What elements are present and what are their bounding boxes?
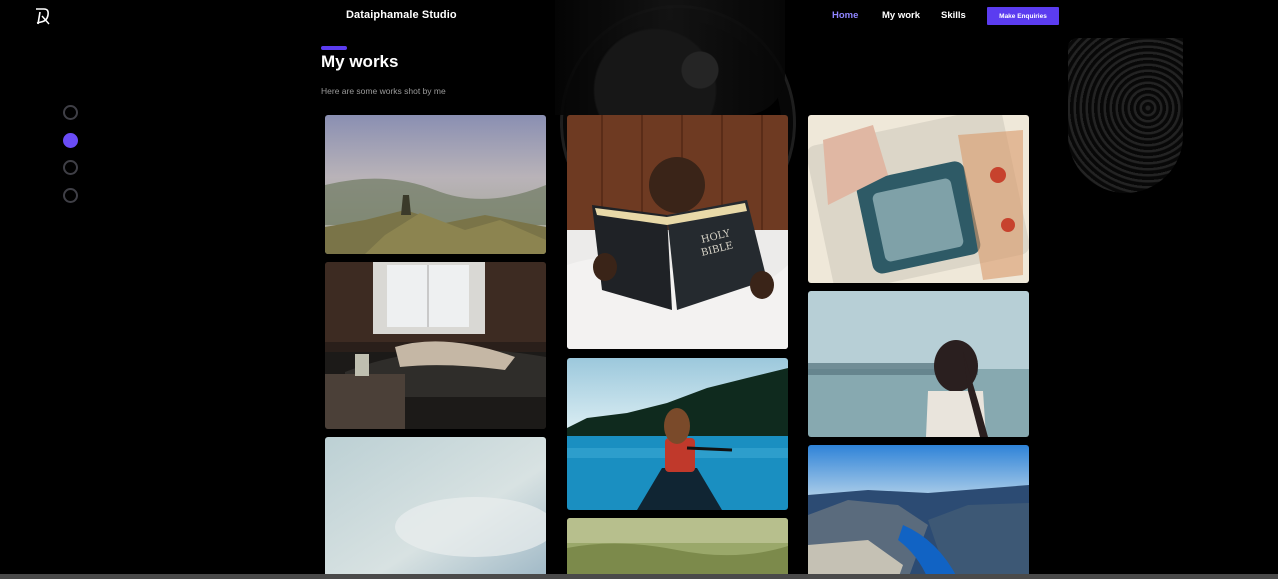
- top-navbar: Dataiphamale Studio Home My work Skills …: [0, 0, 1278, 32]
- make-enquiries-button[interactable]: Make Enquiries: [987, 7, 1059, 25]
- photo-woman-vintage-car[interactable]: [808, 115, 1029, 283]
- horizontal-scrollbar[interactable]: [0, 574, 1278, 579]
- photo-mountain-cliff[interactable]: [325, 115, 546, 254]
- photo-blindfolded-woman-sea[interactable]: [808, 291, 1029, 437]
- photo-woman-canoe-lake[interactable]: [567, 358, 788, 510]
- photo-grass-field[interactable]: [567, 518, 788, 579]
- photo-fjord-aerial[interactable]: [808, 445, 1029, 579]
- section-subtitle: Here are some works shot by me: [321, 86, 446, 96]
- section-dot-4[interactable]: [63, 188, 78, 203]
- photo-cloudy-sky[interactable]: [325, 437, 546, 579]
- logo-icon[interactable]: [33, 6, 51, 26]
- section-title: My works: [321, 52, 399, 71]
- nav-link-my-work[interactable]: My work: [882, 10, 920, 21]
- section-dot-3[interactable]: [63, 160, 78, 175]
- brand-name[interactable]: Dataiphamale Studio: [346, 9, 457, 21]
- section-dot-2[interactable]: [63, 133, 78, 148]
- title-accent-bar: [321, 46, 347, 50]
- photo-child-reading-bible[interactable]: HOLY BIBLE: [567, 115, 788, 349]
- nav-link-home[interactable]: Home: [832, 10, 858, 21]
- photo-woman-sleeping-window[interactable]: [325, 262, 546, 429]
- camera-grip-backdrop: [1068, 38, 1183, 193]
- nav-link-skills[interactable]: Skills: [941, 10, 966, 21]
- section-dot-1[interactable]: [63, 105, 78, 120]
